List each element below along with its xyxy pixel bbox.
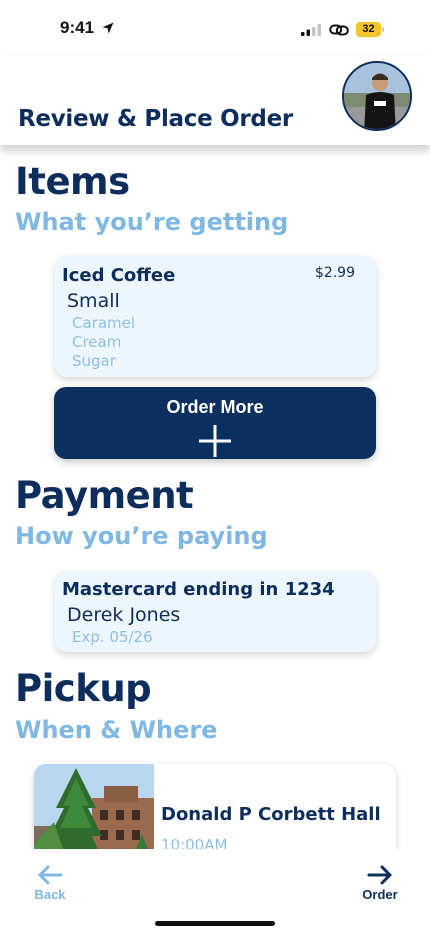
- cellular-signal-icon: [301, 24, 321, 36]
- item-modifiers: Caramel Cream Sugar: [72, 314, 135, 371]
- user-photo-icon: [344, 63, 410, 129]
- modifier-item: Cream: [72, 333, 122, 351]
- order-more-button[interactable]: Order More: [54, 387, 376, 459]
- cardholder-name: Derek Jones: [67, 604, 181, 626]
- items-heading: Items: [15, 160, 130, 203]
- order-more-label: Order More: [166, 397, 264, 417]
- payment-method-title: Mastercard ending in 1234: [62, 579, 335, 600]
- page-title: Review & Place Order: [18, 106, 293, 132]
- header: Review & Place Order: [0, 56, 430, 145]
- battery-nub: [382, 27, 384, 32]
- back-button[interactable]: Back: [20, 863, 80, 903]
- pickup-location-name: Donald P Corbett Hall: [161, 804, 381, 825]
- location-arrow-icon: [102, 22, 114, 34]
- modifier-item: Caramel: [72, 314, 136, 332]
- items-subheading: What you’re getting: [15, 208, 289, 236]
- status-time: 9:41: [60, 18, 95, 37]
- arrow-right-icon: [367, 865, 392, 885]
- battery-level: 32: [362, 23, 375, 35]
- battery-indicator: 32: [356, 22, 384, 37]
- arrow-left-icon: [38, 865, 63, 885]
- payment-card[interactable]: Mastercard ending in 1234 Derek Jones Ex…: [55, 571, 376, 652]
- pickup-heading: Pickup: [15, 667, 152, 710]
- item-price: $2.99: [314, 265, 355, 281]
- status-bar: 9:41 32: [0, 0, 430, 56]
- plus-icon: [199, 425, 231, 457]
- place-order-button[interactable]: Order: [350, 863, 410, 903]
- card-expiry: Exp. 05/26: [72, 628, 153, 646]
- payment-heading: Payment: [15, 474, 194, 517]
- bottom-navigation: Back Order: [0, 849, 430, 932]
- modifier-item: Sugar: [72, 352, 116, 370]
- item-name: Iced Coffee: [62, 265, 176, 286]
- home-indicator: [155, 921, 275, 926]
- item-size: Small: [67, 290, 120, 312]
- payment-subheading: How you’re paying: [15, 522, 268, 550]
- order-item-card[interactable]: Iced Coffee $2.99 Small Caramel Cream Su…: [55, 256, 376, 377]
- avatar[interactable]: [342, 61, 412, 131]
- back-label: Back: [34, 887, 66, 902]
- personal-hotspot-icon: [329, 24, 349, 36]
- pickup-subheading: When & Where: [15, 716, 218, 744]
- order-label: Order: [362, 887, 398, 902]
